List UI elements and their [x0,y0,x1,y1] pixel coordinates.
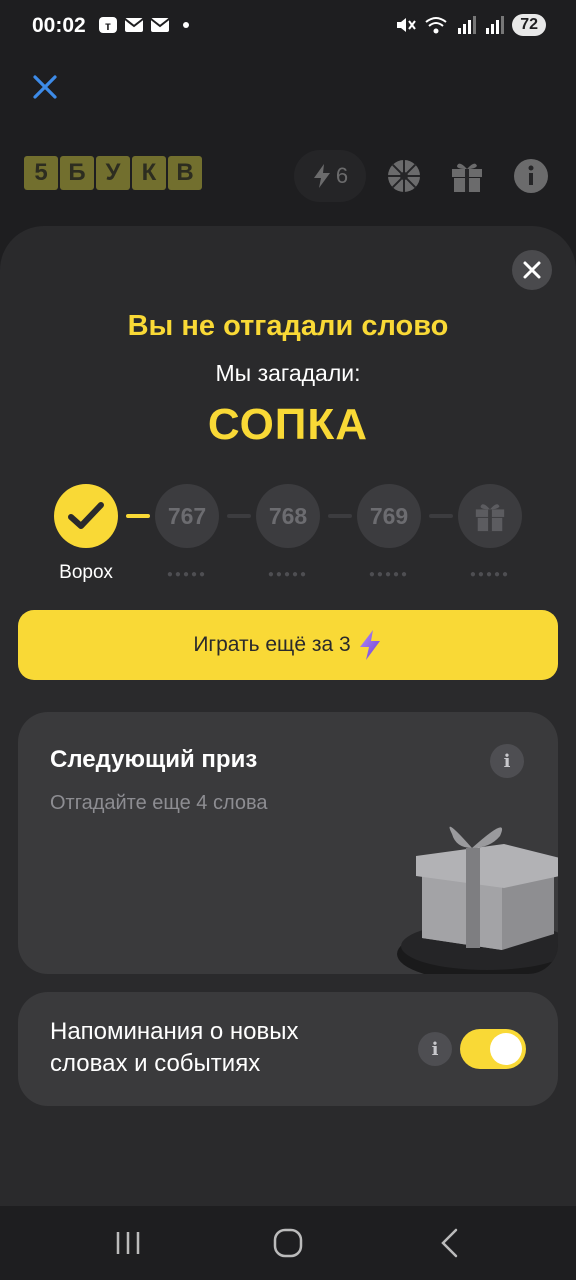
lightning-icon [313,164,330,188]
gift-icon[interactable] [449,158,485,194]
play-again-label: Играть ещё за 3 [193,633,351,656]
info-icon[interactable] [513,158,549,194]
progress-connector [126,514,150,518]
logo-letter: 5 [24,156,58,190]
progress-step: 769 [357,484,421,548]
gift-icon [475,504,505,532]
logo-letter: У [96,156,130,190]
home-icon[interactable] [268,1226,308,1260]
game-header: 5 Б У К В 6 [0,140,576,220]
prize-title: Следующий приз [50,746,258,773]
toggle-knob [490,1033,522,1065]
prize-subtitle: Отгадайте еще 4 слова [50,792,268,814]
back-icon[interactable] [430,1226,470,1260]
logo-letter: Б [60,156,94,190]
recent-apps-icon[interactable] [108,1226,148,1260]
wifi-icon [425,17,447,34]
energy-count: 6 [335,163,349,188]
answer-word: СОПКА [207,400,369,449]
lightning-icon [359,630,380,660]
wheel-icon[interactable] [386,158,422,194]
result-subtitle: Мы загадали: [215,360,361,386]
status-time: 00:02 [32,14,86,37]
completed-word-label: Ворох [59,562,113,583]
progress-step: 768 [256,484,320,548]
next-prize-card: Следующий приз Отгадайте еще 4 слова i [18,712,558,974]
signal-icon [458,16,477,34]
energy-counter[interactable]: 6 [294,150,366,202]
mail-icon [124,18,144,32]
reminders-toggle[interactable] [460,1029,526,1069]
progress-connector [328,514,352,518]
app-notification-icon: т [99,17,117,33]
progress-connector [429,514,453,518]
battery-level: 72 [512,14,546,36]
result-title: Вы не отгадали слово [127,310,449,342]
step-dots: ●●●●● [267,569,309,580]
sheet-close-button[interactable] [512,250,552,290]
logo-letter: К [132,156,166,190]
reminders-card: Напоминания о новых словах и событиях i [18,992,558,1106]
result-sheet: Вы не отгадали слово Мы загадали: СОПКА … [0,226,576,1206]
progress-step-gift [458,484,522,548]
logo-letter: В [168,156,202,190]
reminders-info-button[interactable]: i [418,1032,452,1066]
status-bar: 00:02 т 72 [0,0,576,56]
signal-icon [486,16,505,34]
reminders-label: Напоминания о новых словах и событиях [50,1018,299,1077]
close-icon[interactable] [28,70,62,104]
prize-info-button[interactable]: i [490,744,524,778]
system-nav-bar [0,1206,576,1280]
svg-text:т: т [105,19,111,33]
play-again-button[interactable]: Играть ещё за 3 [18,610,558,680]
logo: 5 Б У К В [24,156,202,190]
progress-step: 767 [155,484,219,548]
check-icon [68,502,104,529]
step-dots: ●●●●● [368,569,410,580]
step-dots: ●●●●● [166,569,208,580]
mute-icon [397,18,417,32]
gift-box-image [397,826,558,974]
progress-step-completed [54,484,118,548]
progress-connector [227,514,251,518]
step-dots: ●●●●● [469,569,511,580]
dot-icon [183,22,189,28]
close-icon [523,261,541,279]
mail-icon [150,18,170,32]
